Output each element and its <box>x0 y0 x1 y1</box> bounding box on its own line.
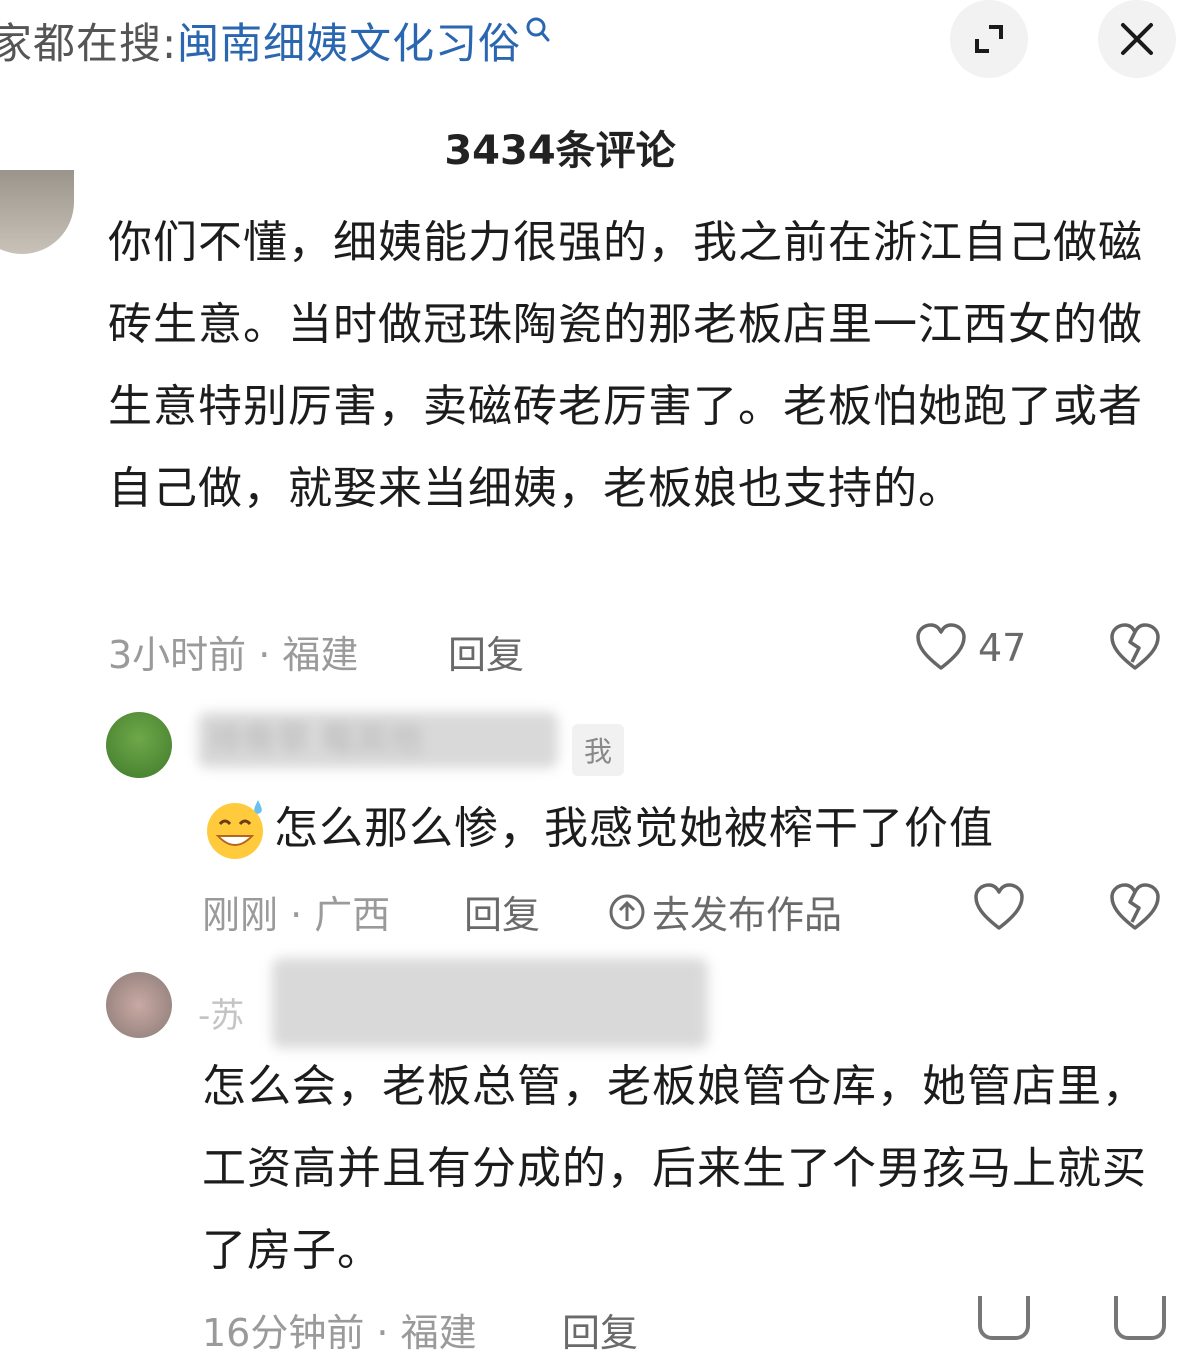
dislike-broken-heart-icon[interactable] <box>1114 1296 1166 1340</box>
reply-button[interactable]: 回复 <box>448 624 524 679</box>
comment-text: 怎么会，老板总管，老板娘管仓库，她管店里，工资高并且有分成的，后来生了个男孩马上… <box>202 1061 1147 1276</box>
username: 排骨草 莓其他 <box>208 720 423 760</box>
like-count: 47 <box>978 626 1027 670</box>
avatar[interactable] <box>106 712 172 778</box>
comment-meta: 16分钟前 · 福建 <box>202 1311 477 1355</box>
like-heart-icon[interactable] <box>978 1296 1030 1340</box>
publish-label: 去发布作品 <box>652 893 843 937</box>
username: -苏 <box>198 996 245 1036</box>
search-query-link[interactable]: 闽南细姨文化习俗 <box>177 10 521 71</box>
search-icon <box>526 17 550 42</box>
comment-text: 你们不懂，细姨能力很强的，我之前在浙江自己做磁砖生意。当时做冠珠陶瓷的那老板店里… <box>108 217 1143 514</box>
search-suggestion-bar[interactable]: 家都在搜: 闽南细姨文化习俗 <box>0 8 551 72</box>
comment-content: 怎么那么惨，我感觉她被榨干了价值 <box>202 788 994 870</box>
like-heart-icon[interactable] <box>914 622 968 672</box>
comment-count-title: 3434条评论 <box>444 128 676 174</box>
expand-icon <box>975 25 1003 53</box>
sweat-smile-emoji-icon <box>207 800 263 859</box>
avatar[interactable] <box>106 972 172 1038</box>
fullscreen-button[interactable] <box>950 0 1028 78</box>
comment-text: 怎么那么惨，我感觉她被榨干了价值 <box>274 803 994 854</box>
me-tag: 我 <box>572 724 625 776</box>
publish-work-button[interactable]: 去发布作品 <box>608 884 842 939</box>
blurred-username[interactable]: 排骨草 莓其他 <box>198 712 558 768</box>
comment-meta: 刚刚 · 广西 <box>202 893 391 937</box>
avatar[interactable] <box>0 170 74 254</box>
reply-button[interactable]: 回复 <box>562 1302 638 1357</box>
close-icon <box>1121 23 1153 55</box>
reply-button[interactable]: 回复 <box>464 884 540 939</box>
upload-arrow-icon <box>609 894 645 929</box>
blurred-username <box>272 958 708 1048</box>
close-button[interactable] <box>1098 0 1176 78</box>
search-prefix-label: 家都在搜: <box>0 18 178 68</box>
comment-meta: 3小时前 · 福建 <box>108 633 359 677</box>
dislike-broken-heart-icon[interactable] <box>1108 882 1162 932</box>
like-heart-icon[interactable] <box>972 882 1026 932</box>
dislike-broken-heart-icon[interactable] <box>1108 622 1162 672</box>
